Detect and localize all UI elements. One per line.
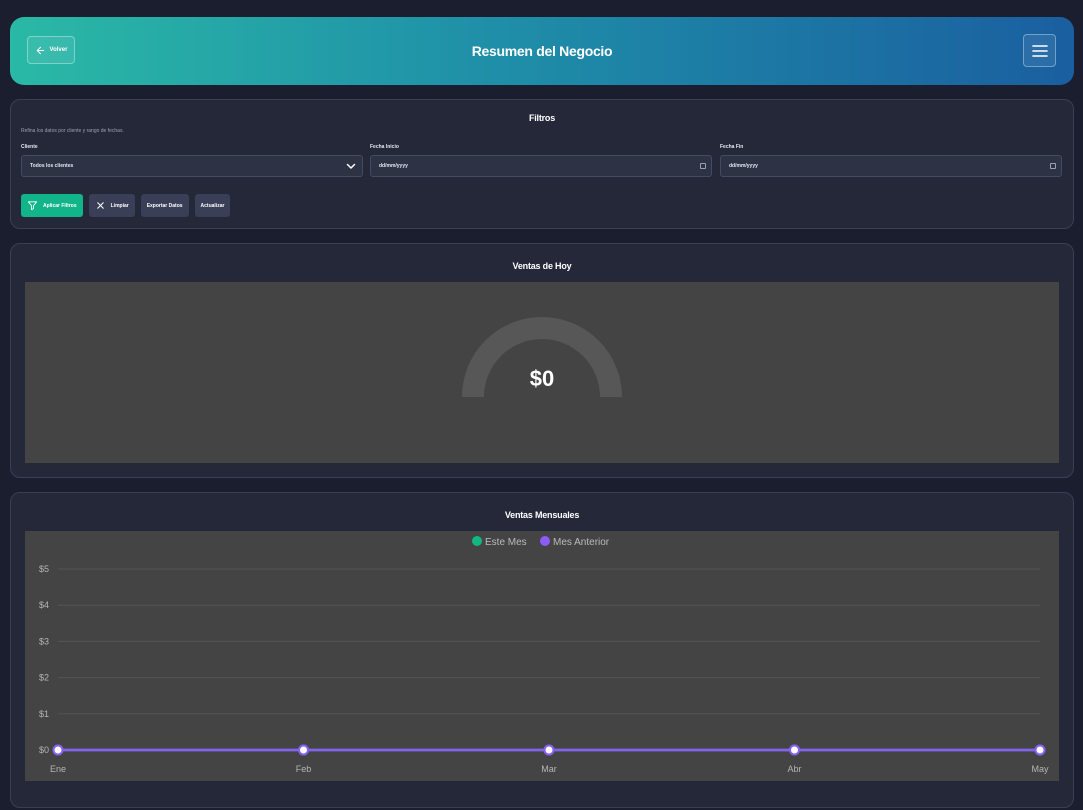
data-point: [1034, 744, 1046, 756]
y-tick-label: $2: [39, 673, 49, 683]
start-date-input[interactable]: dd/mm/yyyy: [370, 155, 712, 177]
monthly-sales-chart: $0 $1 $2 $3 $4 $5 Ene Feb Mar Abr May Este Mes Mes A…: [25, 531, 1059, 781]
legend-label: Mes Anterior: [553, 537, 610, 548]
data-point: [298, 744, 309, 756]
x-tick-label: Mar: [541, 764, 557, 774]
end-date-input[interactable]: dd/mm/yyyy: [720, 155, 1062, 177]
data-point: [543, 744, 555, 756]
back-button[interactable]: Volver: [27, 36, 75, 64]
y-tick-label: $3: [39, 636, 49, 646]
export-data-button[interactable]: Exportar Datos: [140, 194, 189, 217]
y-tick-label: $1: [39, 709, 49, 719]
menu-button[interactable]: [1023, 34, 1056, 67]
start-date-label: Fecha Inicio: [370, 144, 399, 150]
calendar-icon[interactable]: [700, 163, 706, 169]
refresh-button[interactable]: Actualizar: [194, 194, 231, 217]
today-sales-gauge: $0: [25, 282, 1059, 463]
y-tick-label: $5: [39, 564, 49, 574]
y-tick-label: $0: [39, 745, 49, 755]
monthly-sales-title: Ventas Mensuales: [504, 510, 580, 520]
start-date-placeholder: dd/mm/yyyy: [379, 163, 408, 169]
clear-filters-button[interactable]: Limpiar: [88, 194, 135, 217]
arrow-left-icon: [36, 46, 44, 54]
page-header: Volver Resumen del Negocio: [10, 17, 1074, 85]
legend-swatch: [472, 536, 482, 546]
today-sales-value: $0: [529, 366, 555, 391]
back-button-label: Volver: [49, 47, 68, 53]
x-tick-label: Ene: [50, 764, 66, 774]
refresh-label: Actualizar: [200, 202, 225, 209]
calendar-icon[interactable]: [1050, 163, 1056, 169]
today-sales-title: Ventas de Hoy: [512, 261, 572, 271]
filters-title: Filtros: [528, 113, 556, 123]
end-date-label: Fecha Fin: [720, 144, 744, 150]
page-title: Resumen del Negocio: [471, 43, 613, 59]
legend-swatch: [540, 536, 550, 546]
apply-filters-button[interactable]: Aplicar Filtros: [21, 194, 83, 217]
clear-filters-label: Limpiar: [110, 202, 129, 209]
x-tick-label: Feb: [296, 764, 312, 774]
filter-icon: [27, 201, 38, 211]
x-tick-label: May: [1031, 764, 1049, 774]
data-point: [789, 744, 800, 756]
client-field: Cliente Todos los clientes: [21, 144, 363, 177]
client-select-value: Todos los clientes: [30, 163, 74, 169]
hamburger-icon: [1031, 44, 1048, 57]
client-select[interactable]: Todos los clientes: [21, 155, 363, 177]
start-date-field: Fecha Inicio dd/mm/yyyy: [370, 144, 712, 177]
apply-filters-label: Aplicar Filtros: [43, 202, 77, 209]
close-icon: [96, 202, 104, 209]
x-tick-label: Abr: [787, 764, 801, 774]
monthly-sales-card: Ventas Mensuales $0 $1 $2 $3 $4 $5 Ene Feb Mar Ab…: [10, 492, 1074, 808]
end-date-field: Fecha Fin dd/mm/yyyy: [720, 144, 1062, 177]
filters-subtitle: Refina los datos por cliente y rango de …: [21, 128, 124, 134]
export-data-label: Exportar Datos: [146, 202, 183, 209]
legend-label: Este Mes: [485, 537, 527, 548]
end-date-placeholder: dd/mm/yyyy: [729, 163, 758, 169]
y-tick-label: $4: [39, 600, 49, 610]
today-sales-card: Ventas de Hoy $0: [10, 243, 1074, 478]
filter-actions: Aplicar Filtros Limpiar Exportar Datos A…: [21, 194, 231, 217]
client-label: Cliente: [21, 144, 38, 150]
data-point: [52, 744, 64, 756]
filters-card: Filtros Refina los datos por cliente y r…: [10, 99, 1074, 229]
chevron-down-icon: [346, 163, 356, 169]
